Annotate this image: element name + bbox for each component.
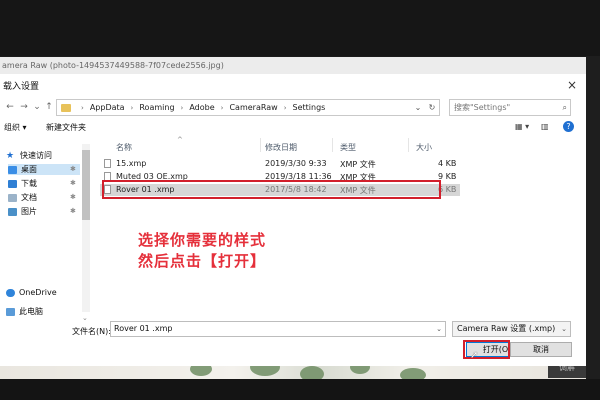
file-row[interactable]: 15.xmp 2019/3/30 9:33 XMP 文件 4 KB xyxy=(100,158,460,170)
pin-icon: ✱ xyxy=(70,207,76,215)
search-input[interactable]: 搜索"Settings" ⌕ xyxy=(449,99,571,116)
search-placeholder: 搜索"Settings" xyxy=(454,103,511,112)
chevron-right-icon: › xyxy=(180,103,184,112)
address-dropdown-icon[interactable]: ⌄ xyxy=(411,100,425,115)
filename-label: 文件名(N): xyxy=(72,327,111,336)
toolbar: 组织 ▾ 新建文件夹 ▦ ▾ ▥ ? xyxy=(0,118,586,138)
organize-button[interactable]: 组织 ▾ xyxy=(4,122,27,133)
sort-ascending-icon: ^ xyxy=(177,136,183,144)
file-list: ^ 名称 修改日期 类型 大小 15.xmp 2019/3/30 9:33 XM… xyxy=(92,136,586,314)
filename-input[interactable]: Rover 01 .xmp ⌄ xyxy=(110,321,446,337)
column-header-type[interactable]: 类型 xyxy=(340,142,356,153)
back-arrow-icon[interactable]: ← xyxy=(4,101,16,113)
column-divider[interactable] xyxy=(408,138,409,152)
dialog-title-bar: 载入设置 × xyxy=(0,74,586,96)
search-icon: ⌕ xyxy=(562,103,567,112)
mouse-cursor-icon: ➚ xyxy=(470,350,479,361)
sidebar-item-label: 图片 xyxy=(21,207,37,216)
selected-file-highlight xyxy=(102,180,441,199)
chevron-down-icon: ⌄ xyxy=(561,325,567,333)
column-header-date[interactable]: 修改日期 xyxy=(265,142,297,153)
load-settings-dialog: 载入设置 × ← → ⌄ ↑ › AppData › Roaming › Ado… xyxy=(0,74,586,366)
column-divider[interactable] xyxy=(260,138,261,152)
recent-locations-dropdown-icon[interactable]: ⌄ xyxy=(31,101,43,113)
sidebar-item-pictures[interactable]: 图片 xyxy=(8,206,37,217)
pin-icon: ✱ xyxy=(70,193,76,201)
column-divider[interactable] xyxy=(332,138,333,152)
sidebar-item-onedrive[interactable]: OneDrive xyxy=(6,288,57,297)
chevron-right-icon: › xyxy=(81,103,84,112)
chevron-right-icon: › xyxy=(220,103,224,112)
close-icon[interactable]: × xyxy=(564,77,580,93)
chevron-right-icon: › xyxy=(283,103,287,112)
file-icon xyxy=(104,159,111,168)
column-header-name[interactable]: 名称 xyxy=(116,142,132,153)
breadcrumb-roaming[interactable]: Roaming xyxy=(139,103,174,112)
sidebar-item-label: 快速访问 xyxy=(20,151,52,160)
sidebar-scrollbar-thumb[interactable] xyxy=(82,150,90,220)
file-size: 4 KB xyxy=(438,159,457,168)
refresh-icon[interactable]: ↻ xyxy=(425,100,439,115)
filename-value: Rover 01 .xmp xyxy=(114,324,173,333)
documents-icon xyxy=(8,193,17,202)
address-bar[interactable]: › AppData › Roaming › Adobe › CameraRaw … xyxy=(56,99,440,116)
camera-raw-title-bar: amera Raw (photo-1494537449588-7f07cede2… xyxy=(0,57,586,74)
column-header-size[interactable]: 大小 xyxy=(416,142,432,153)
view-options-icon[interactable]: ▦ ▾ xyxy=(515,122,529,131)
sidebar-item-downloads[interactable]: 下载 xyxy=(8,178,37,189)
cancel-button[interactable]: 取消 xyxy=(510,342,572,357)
help-icon[interactable]: ? xyxy=(563,121,574,132)
cloud-icon xyxy=(6,288,15,297)
pin-icon: ✱ xyxy=(70,179,76,187)
sidebar-item-documents[interactable]: 文档 xyxy=(8,192,37,203)
desktop-icon xyxy=(8,165,17,174)
background-app-top xyxy=(0,0,600,56)
pictures-icon xyxy=(8,207,17,216)
star-icon: ★ xyxy=(6,150,15,161)
sidebar-item-quick-access[interactable]: ★ 快速访问 xyxy=(6,150,52,161)
sidebar-item-label: 桌面 xyxy=(21,165,37,174)
chevron-down-icon[interactable]: ⌄ xyxy=(436,322,442,336)
sidebar-item-label: 下载 xyxy=(21,179,37,188)
sidebar-item-label: 文档 xyxy=(21,193,37,202)
download-icon xyxy=(8,179,17,188)
background-app-right xyxy=(586,56,600,400)
navigation-pane: ★ 快速访问 桌面 ✱ 下载 ✱ 文档 ✱ 图片 ✱ OneDrive 此电脑 xyxy=(0,138,92,316)
file-date: 2019/3/30 9:33 xyxy=(265,159,327,168)
folder-icon xyxy=(61,103,71,112)
background-app-bottom xyxy=(0,379,600,400)
file-type: XMP 文件 xyxy=(340,160,376,169)
file-type-value: Camera Raw 设置 (.xmp) xyxy=(457,324,556,333)
tutorial-annotation-line2: 然后点击【打开】 xyxy=(138,252,267,270)
file-name: 15.xmp xyxy=(116,159,147,168)
tutorial-annotation-line1: 选择你需要的样式 xyxy=(138,231,267,249)
breadcrumb-settings[interactable]: Settings xyxy=(293,103,326,112)
up-arrow-icon[interactable]: ↑ xyxy=(43,101,55,113)
breadcrumb-appdata[interactable]: AppData xyxy=(90,103,125,112)
scroll-down-icon[interactable]: ⌄ xyxy=(82,314,88,322)
breadcrumb-cameraraw[interactable]: CameraRaw xyxy=(229,103,277,112)
new-folder-button[interactable]: 新建文件夹 xyxy=(46,122,86,133)
dialog-title: 载入设置 xyxy=(3,82,40,92)
forward-arrow-icon[interactable]: → xyxy=(18,101,30,113)
sidebar-item-label: OneDrive xyxy=(19,288,57,297)
navigation-bar: ← → ⌄ ↑ › AppData › Roaming › Adobe › Ca… xyxy=(0,96,586,118)
chevron-right-icon: › xyxy=(130,103,134,112)
file-type-select[interactable]: Camera Raw 设置 (.xmp) ⌄ xyxy=(452,321,571,337)
preview-pane-icon[interactable]: ▥ xyxy=(541,122,549,131)
pin-icon: ✱ xyxy=(70,165,76,173)
breadcrumb-adobe[interactable]: Adobe xyxy=(189,103,214,112)
